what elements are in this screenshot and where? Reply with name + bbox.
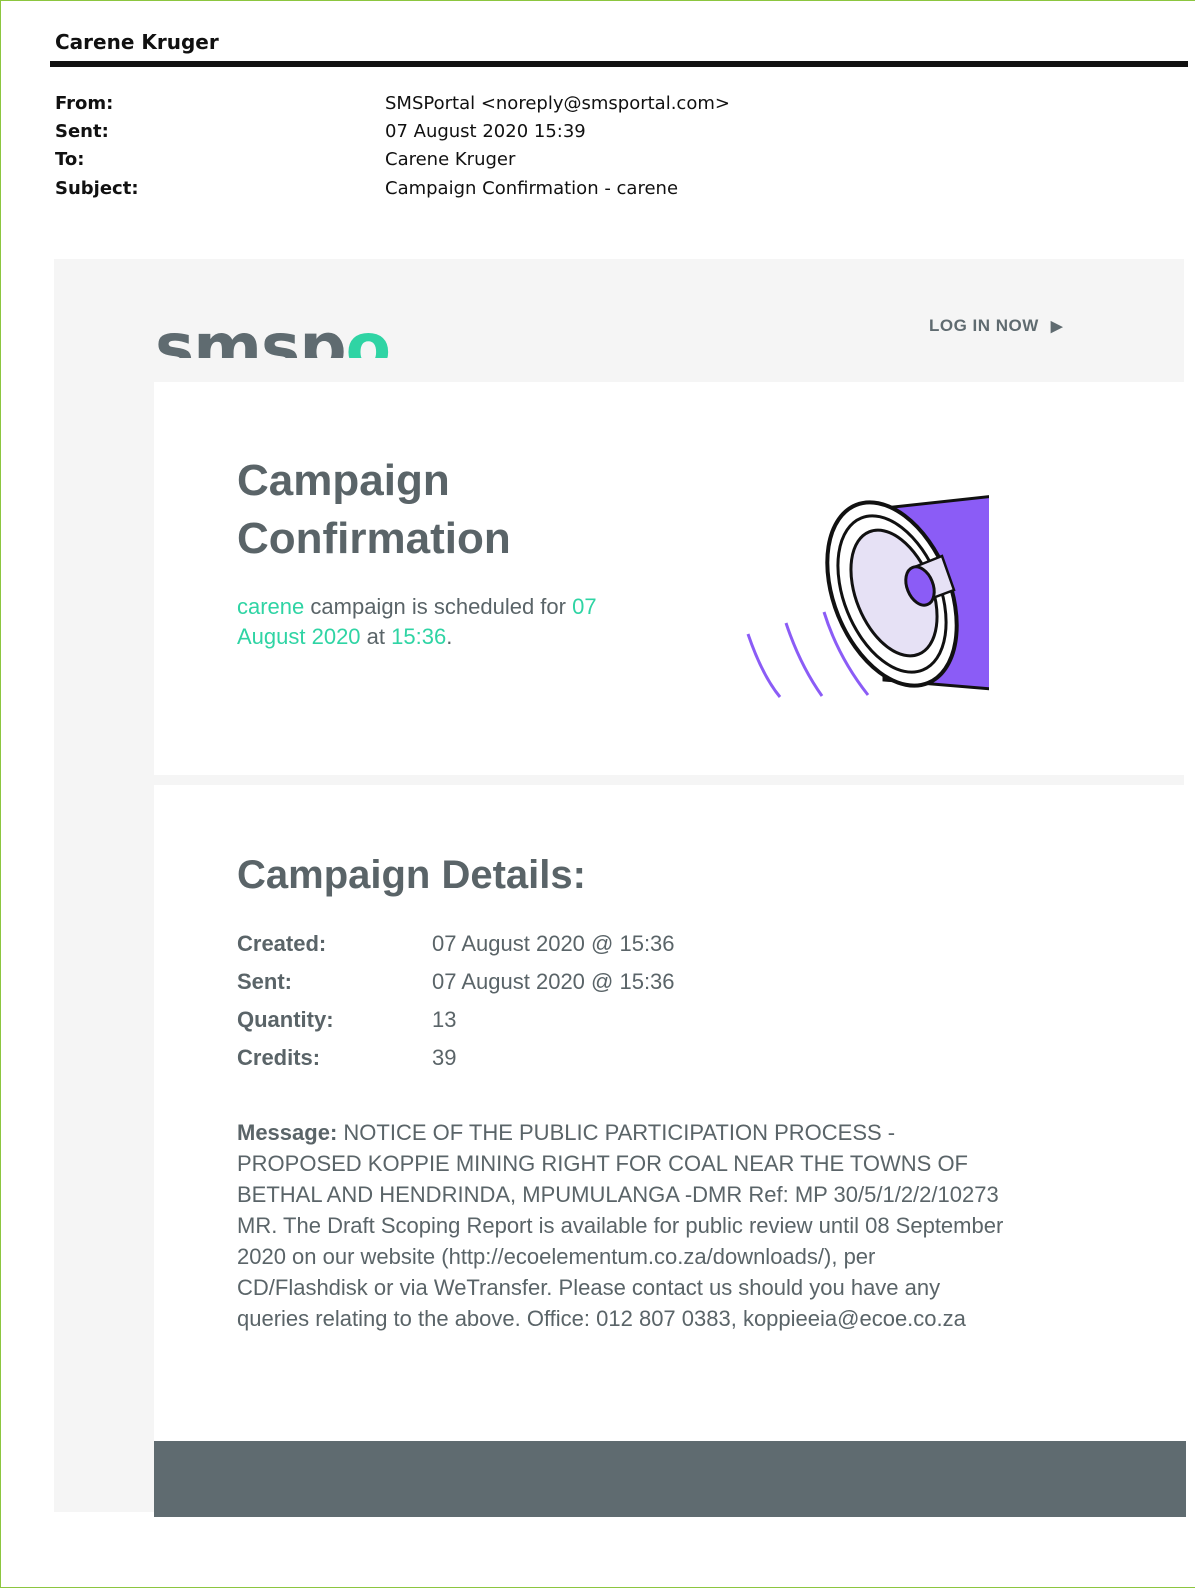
sent-detail-value: 07 August 2020 @ 15:36 — [432, 969, 675, 994]
play-arrow-icon: ▶ — [1050, 318, 1063, 335]
subject-value: Campaign Confirmation - carene — [385, 178, 679, 199]
campaign-name: carene — [237, 594, 305, 619]
quantity-value: 13 — [432, 1007, 457, 1032]
header-divider — [50, 61, 1188, 67]
from-value[interactable]: SMSPortal <noreply@smsportal.com> — [385, 93, 730, 114]
to-value[interactable]: Carene Kruger — [385, 149, 515, 170]
schedule-text-part3: . — [446, 624, 453, 649]
schedule-time: 15:36 — [391, 624, 447, 649]
quantity-row: Quantity: 13 — [237, 1007, 456, 1033]
schedule-text-part2: at — [360, 624, 392, 649]
to-label: To: — [55, 149, 85, 170]
schedule-text-part1: campaign is scheduled for — [304, 594, 573, 619]
created-value: 07 August 2020 @ 15:36 — [432, 931, 675, 956]
message-label: Message: — [237, 1120, 338, 1145]
confirmation-card: Campaign Confirmation carene campaign is… — [154, 382, 1186, 775]
confirmation-title-line1: Campaign — [237, 456, 450, 505]
message-text: NOTICE OF THE PUBLIC PARTICIPATION PROCE… — [237, 1120, 1004, 1331]
logo-accent: o — [345, 309, 390, 358]
schedule-text: carene campaign is scheduled for 07 Augu… — [237, 592, 637, 652]
log-in-now-label: LOG IN NOW — [929, 316, 1039, 335]
sent-row: Sent: 07 August 2020 @ 15:36 — [237, 969, 675, 995]
sent-detail-label: Sent: — [237, 969, 292, 994]
mailbox-owner-name: Carene Kruger — [55, 30, 219, 54]
credits-value: 39 — [432, 1045, 457, 1070]
from-label: From: — [55, 93, 114, 114]
confirmation-title-line2: Confirmation — [237, 514, 511, 563]
quantity-label: Quantity: — [237, 1007, 334, 1032]
email-footer-bar — [154, 1441, 1186, 1517]
sent-label: Sent: — [55, 121, 109, 142]
created-label: Created: — [237, 931, 327, 956]
details-title: Campaign Details: — [237, 853, 586, 897]
sent-value: 07 August 2020 15:39 — [385, 121, 586, 142]
confirmation-title: Campaign Confirmation — [237, 452, 511, 568]
created-row: Created: 07 August 2020 @ 15:36 — [237, 931, 675, 957]
credits-row: Credits: 39 — [237, 1045, 456, 1071]
details-card: Campaign Details: Created: 07 August 2020… — [154, 785, 1186, 1441]
logo-text: smsp — [155, 309, 347, 358]
smsportal-logo: smspo — [155, 300, 390, 358]
subject-label: Subject: — [55, 178, 139, 199]
log-in-now-link[interactable]: LOG IN NOW ▶ — [929, 316, 1063, 336]
megaphone-icon — [746, 495, 989, 698]
credits-label: Credits: — [237, 1045, 321, 1070]
message-block: Message: NOTICE OF THE PUBLIC PARTICIPAT… — [237, 1117, 1007, 1334]
